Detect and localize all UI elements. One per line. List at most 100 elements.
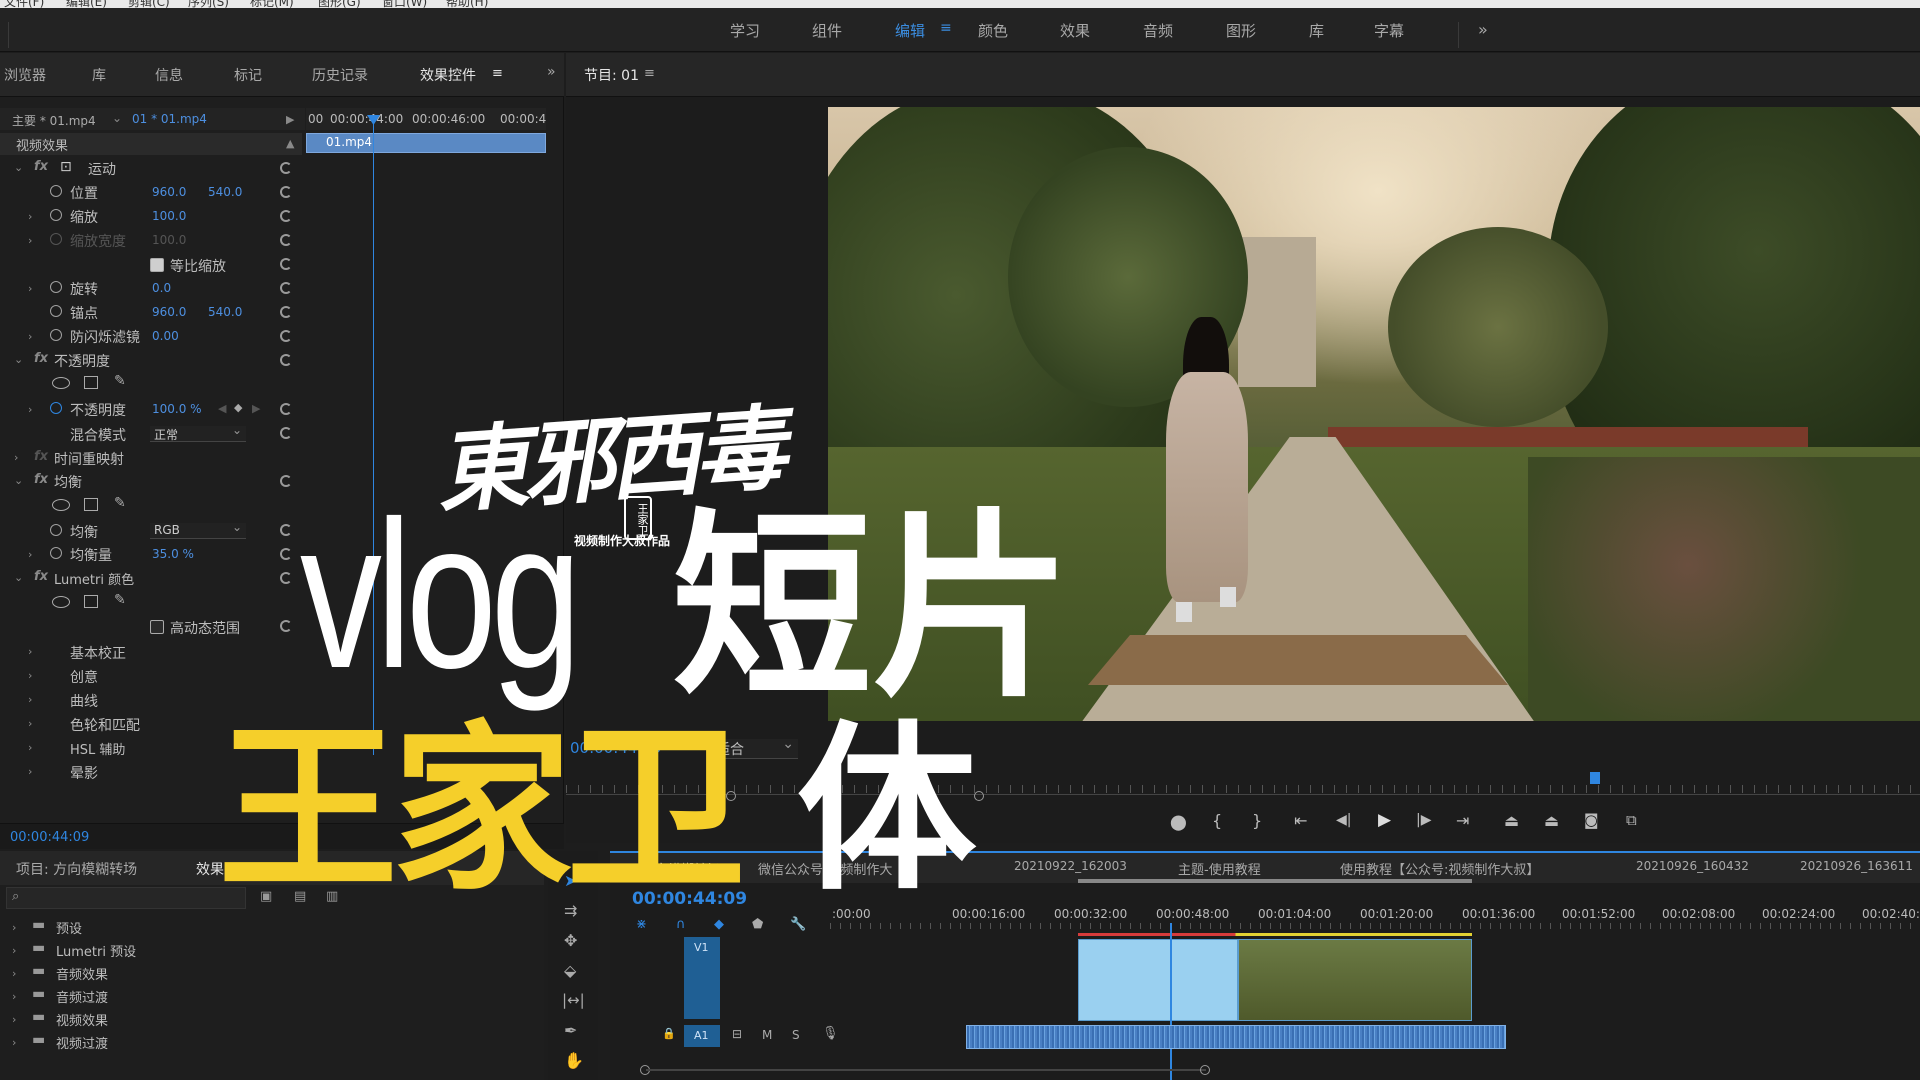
chevron-right-icon[interactable]: ›: [12, 967, 16, 980]
workspace-graphics[interactable]: 图形: [1226, 20, 1256, 41]
workspace-menu-icon[interactable]: ≡: [940, 20, 952, 36]
reset-icon[interactable]: [280, 258, 292, 270]
workspace-color[interactable]: 颜色: [978, 20, 1008, 41]
program-playhead[interactable]: [1590, 772, 1600, 784]
equalize-amount-value[interactable]: 35.0 %: [152, 547, 194, 561]
chevron-right-icon[interactable]: ›: [12, 1013, 16, 1026]
reset-icon[interactable]: [280, 330, 292, 342]
pen-mask-icon[interactable]: ✎: [114, 373, 126, 389]
ellipse-mask-icon[interactable]: [52, 377, 70, 389]
blend-mode-dropdown[interactable]: 正常: [150, 423, 246, 442]
effects-folder[interactable]: 视频效果: [56, 1010, 108, 1029]
go-to-out-icon[interactable]: ⇥: [1456, 811, 1469, 830]
ec-playhead[interactable]: [373, 115, 374, 755]
tab-info[interactable]: 信息: [155, 65, 183, 85]
reset-icon[interactable]: [280, 282, 292, 294]
lumetri-section[interactable]: 创意: [70, 667, 98, 687]
reset-icon[interactable]: [280, 403, 292, 415]
chevron-right-icon[interactable]: ›: [12, 990, 16, 1003]
timeline-tab[interactable]: 微信公众号:视频制作大: [758, 859, 892, 878]
timeline-tab[interactable]: 20210922_162003: [1014, 859, 1127, 873]
effects-folder[interactable]: 预设: [56, 918, 82, 937]
chevron-right-icon[interactable]: ›: [28, 669, 32, 682]
tab-history[interactable]: 历史记录: [312, 65, 368, 85]
microphone-icon[interactable]: 🎙: [822, 1026, 839, 1041]
go-to-in-icon[interactable]: ⇤: [1294, 811, 1307, 830]
tab-markers[interactable]: 标记: [234, 65, 262, 85]
chevron-down-icon[interactable]: ⌄: [14, 353, 23, 366]
reset-icon[interactable]: [280, 548, 292, 560]
video-clip-transition[interactable]: [1078, 939, 1238, 1021]
stopwatch-icon[interactable]: [50, 524, 62, 536]
rectangle-mask-icon[interactable]: [84, 498, 98, 511]
add-keyframe-icon[interactable]: ◆: [234, 401, 242, 414]
reset-icon[interactable]: [280, 306, 292, 318]
mark-out-icon[interactable]: }: [1252, 811, 1262, 830]
lumetri-section[interactable]: HSL 辅助: [70, 739, 125, 758]
add-marker-icon[interactable]: ◆: [714, 917, 724, 932]
workspace-learn[interactable]: 学习: [730, 20, 760, 41]
chevron-right-icon[interactable]: ›: [28, 645, 32, 658]
lumetri-section[interactable]: 曲线: [70, 691, 98, 711]
program-monitor-title[interactable]: 节目: 01: [584, 65, 639, 85]
anchor-y-value[interactable]: 540.0: [208, 305, 242, 319]
sequence-clip-selector[interactable]: 01 * 01.mp4: [132, 112, 207, 126]
hdr-checkbox[interactable]: [150, 620, 164, 634]
panel-expand-icon[interactable]: »: [547, 64, 556, 80]
position-x-value[interactable]: 960.0: [152, 185, 186, 199]
timeline-scrollbar[interactable]: [646, 1069, 1206, 1071]
fx-icon[interactable]: fx: [34, 159, 48, 174]
menu-help[interactable]: 帮助(H): [446, 0, 488, 8]
workspace-audio[interactable]: 音频: [1143, 20, 1173, 41]
effects-folder[interactable]: 视频过渡: [56, 1033, 108, 1052]
program-timecode[interactable]: 00:00:44:09: [570, 739, 662, 757]
menu-clip[interactable]: 剪辑(C): [128, 0, 170, 8]
chevron-right-icon[interactable]: ›: [28, 717, 32, 730]
effects-folder[interactable]: 音频效果: [56, 964, 108, 983]
audio-clip[interactable]: [966, 1025, 1506, 1049]
linked-selection-icon[interactable]: ∩: [676, 917, 686, 932]
new-bin-icon[interactable]: ▣: [260, 889, 272, 904]
workspace-captions[interactable]: 字幕: [1374, 20, 1404, 41]
reset-icon[interactable]: [280, 427, 292, 439]
workspace-more-icon[interactable]: »: [1478, 20, 1488, 39]
chevron-down-icon[interactable]: ⌄: [14, 161, 23, 174]
timeline-tab[interactable]: 20210926_160432: [1636, 859, 1749, 873]
program-video-frame[interactable]: [828, 107, 1920, 721]
tab-libraries[interactable]: 库: [92, 65, 106, 85]
chevron-down-icon[interactable]: ⌄: [14, 474, 23, 487]
lift-icon[interactable]: ⏏: [1504, 811, 1519, 830]
menu-file[interactable]: 文件(F): [4, 0, 44, 8]
tab-effects[interactable]: 效果: [196, 859, 224, 879]
reset-icon[interactable]: [280, 524, 292, 536]
workspace-assembly[interactable]: 组件: [812, 20, 842, 41]
chevron-right-icon[interactable]: ›: [12, 944, 16, 957]
zoom-handle-right[interactable]: [974, 791, 984, 801]
menu-sequence[interactable]: 序列(S): [188, 0, 229, 8]
add-marker-icon[interactable]: ⬤: [1170, 813, 1187, 831]
wrench-icon[interactable]: 🔧: [790, 917, 806, 932]
tab-browser[interactable]: 浏览器: [4, 65, 46, 85]
reset-icon[interactable]: [280, 210, 292, 222]
accelerated-icon[interactable]: ▤: [294, 889, 306, 904]
timeline-timecode[interactable]: 00:00:44:09: [632, 889, 747, 909]
collapse-icon[interactable]: ▲: [286, 137, 294, 150]
chevron-down-icon[interactable]: ⌄: [112, 111, 122, 125]
timeline-playhead[interactable]: [1170, 923, 1172, 1080]
lock-icon[interactable]: 🔒: [662, 1027, 676, 1040]
master-clip-selector[interactable]: 主要 * 01.mp4: [12, 112, 96, 129]
effects-folder[interactable]: 音频过渡: [56, 987, 108, 1006]
effects-search-input[interactable]: [6, 887, 246, 909]
chevron-right-icon[interactable]: ›: [28, 403, 32, 416]
equalize-dropdown[interactable]: RGB: [150, 520, 246, 539]
tab-effect-controls[interactable]: 效果控件: [420, 65, 476, 85]
hand-tool-icon[interactable]: ✋: [564, 1051, 584, 1070]
stopwatch-icon[interactable]: [50, 402, 62, 414]
stopwatch-icon[interactable]: [50, 281, 62, 293]
anti-flicker-value[interactable]: 0.00: [152, 329, 179, 343]
compare-view-icon[interactable]: ⧉: [1626, 811, 1637, 829]
chevron-right-icon[interactable]: ›: [28, 693, 32, 706]
chevron-right-icon[interactable]: ›: [28, 548, 32, 561]
extract-icon[interactable]: ⏏: [1544, 811, 1559, 830]
lumetri-section[interactable]: 基本校正: [70, 643, 126, 663]
